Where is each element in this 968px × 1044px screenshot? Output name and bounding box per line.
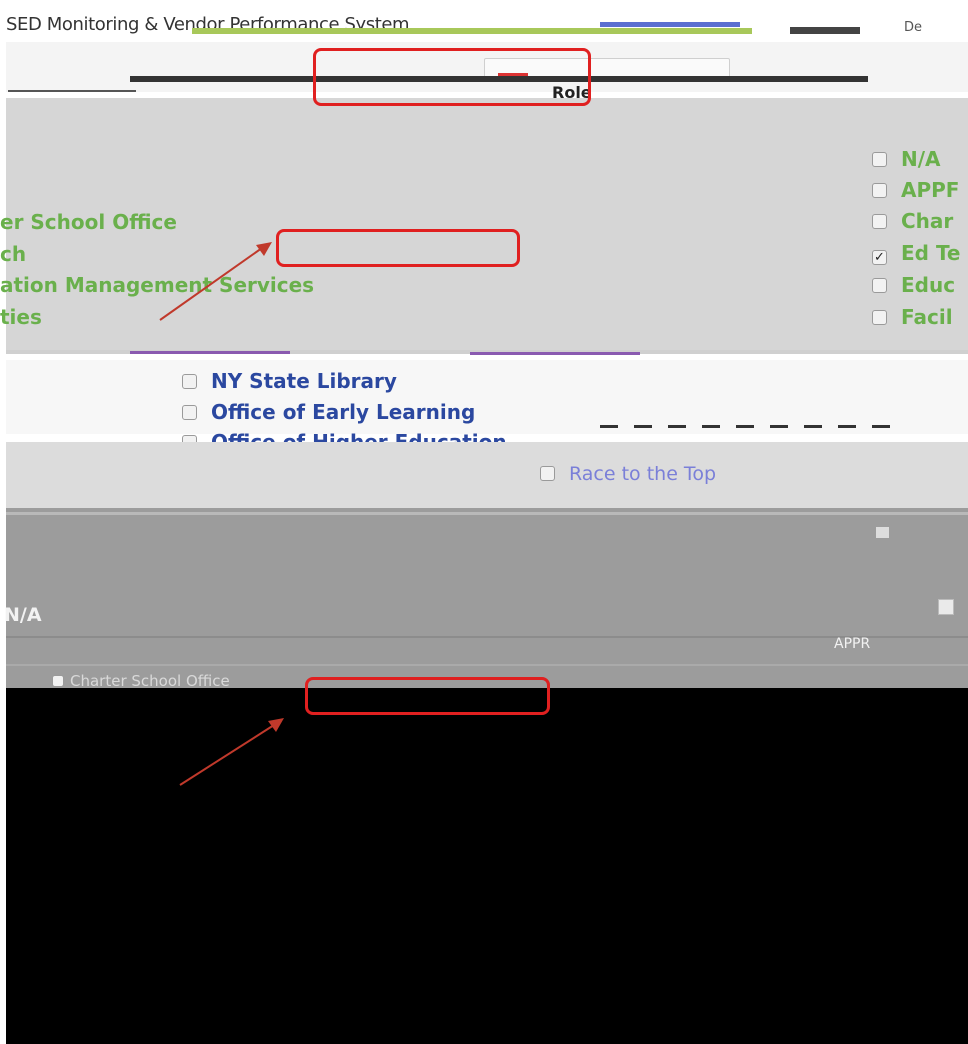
annotation-arrows xyxy=(159,242,284,786)
arrow-icon xyxy=(179,718,284,786)
arrow-icon xyxy=(159,242,272,321)
